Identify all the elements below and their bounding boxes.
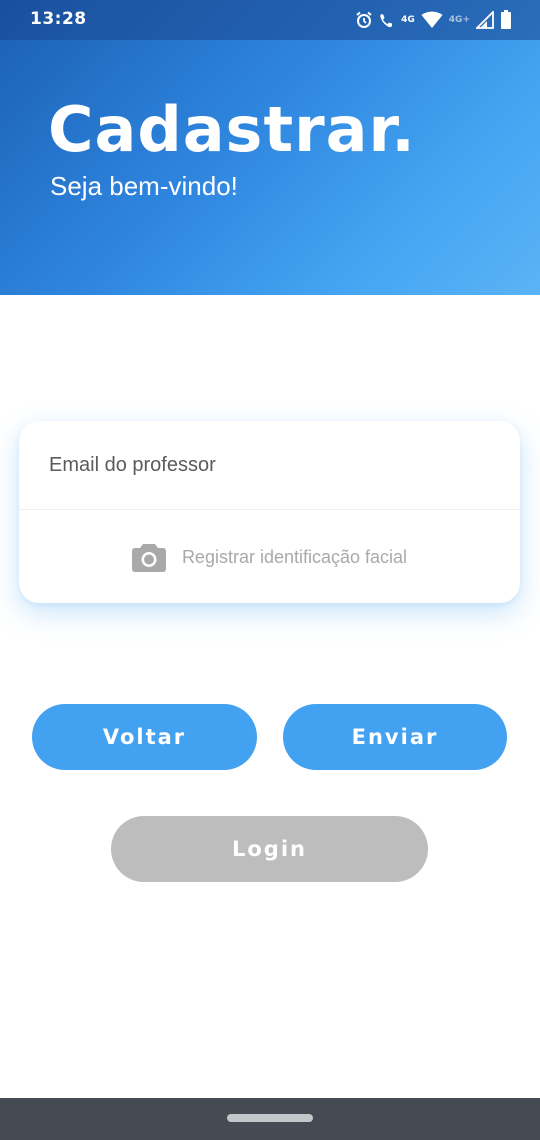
camera-icon xyxy=(131,544,166,572)
signal-icon xyxy=(476,11,494,29)
form-card: Email do professor Registrar identificaç… xyxy=(19,421,520,603)
register-face-label: Registrar identificação facial xyxy=(181,546,408,567)
register-face-button[interactable]: Registrar identificação facial xyxy=(19,511,520,603)
page-subtitle: Seja bem-vindo! xyxy=(50,171,238,201)
status-time: 13:28 xyxy=(30,9,87,29)
status-icons: 4G 4G+ xyxy=(355,9,512,31)
header-banner: 13:28 4G 4G+ Cadastrar. Seja bem-vindo! xyxy=(0,0,540,295)
login-button[interactable]: Login xyxy=(111,816,428,882)
send-button[interactable]: Enviar xyxy=(283,704,507,770)
wifi-icon xyxy=(421,11,443,28)
home-gesture-handle[interactable] xyxy=(227,1114,313,1122)
network-type-label-secondary: 4G+ xyxy=(448,15,470,25)
email-field[interactable]: Email do professor xyxy=(19,421,520,510)
status-bar: 13:28 4G 4G+ xyxy=(0,0,540,40)
email-field-placeholder: Email do professor xyxy=(49,454,216,476)
alarm-icon xyxy=(356,11,372,28)
network-type-label: 4G xyxy=(401,15,415,25)
volte-call-icon xyxy=(380,14,393,28)
back-button[interactable]: Voltar xyxy=(32,704,257,770)
system-nav-bar xyxy=(0,1098,540,1140)
page-title: Cadastrar. xyxy=(48,93,416,166)
battery-icon xyxy=(501,10,511,29)
